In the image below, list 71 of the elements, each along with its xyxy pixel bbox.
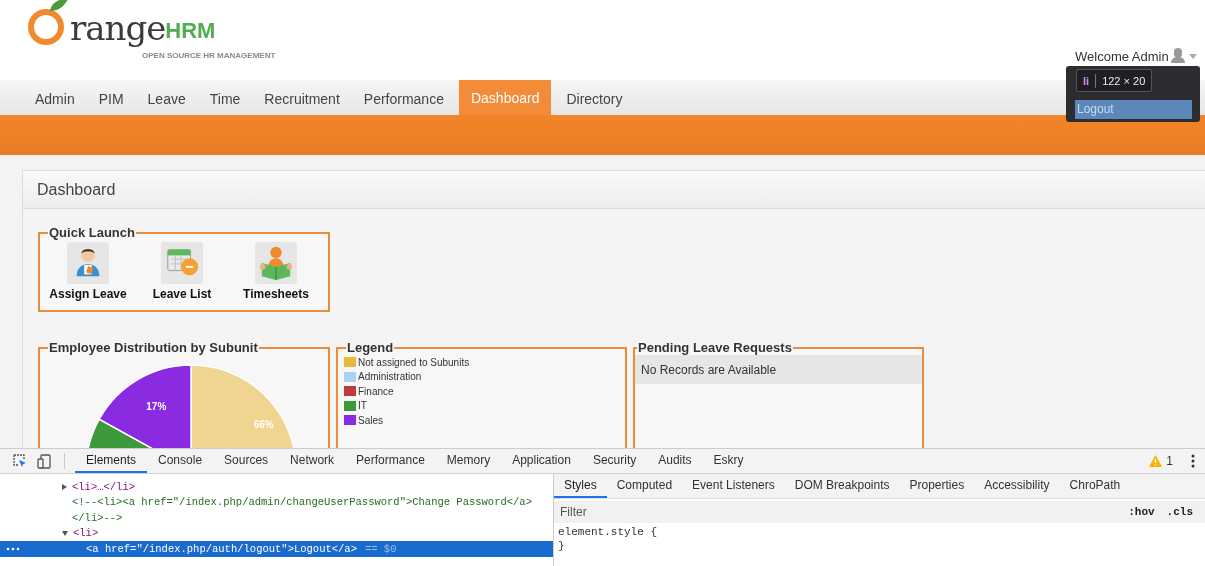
dom-markup: <li> <box>73 527 99 540</box>
nav-tab[interactable]: Leave <box>135 80 198 115</box>
style-rule-line: } <box>557 539 566 553</box>
styles-pane-tab[interactable]: Event Listeners <box>682 474 785 498</box>
style-rule-line: element.style { <box>557 525 659 539</box>
style-toggle[interactable]: .cls <box>1166 506 1193 518</box>
more-options-icon[interactable] <box>1191 454 1195 468</box>
devtools-tab[interactable]: Network <box>279 449 346 473</box>
caret-icon <box>1189 54 1197 59</box>
styles-pane-tab[interactable]: Computed <box>606 474 683 498</box>
styles-pane-tab[interactable]: Styles <box>554 474 607 498</box>
nav-tab[interactable]: Directory <box>554 80 635 115</box>
nav-tab[interactable]: Admin <box>23 80 87 115</box>
slice-label: 17% <box>146 401 167 412</box>
dom-markup: <li>…</li> <box>72 480 135 493</box>
devtools-tab[interactable]: Security <box>581 449 648 473</box>
nav-tab[interactable]: Performance <box>351 80 456 115</box>
filter-field[interactable]: Filter :hov .cls <box>554 501 1205 523</box>
devtools-tab[interactable]: Eskry <box>702 449 755 473</box>
quick-launch-link[interactable]: Timesheets <box>234 242 318 301</box>
styles-pane-tab[interactable]: Accessibility <box>974 474 1060 498</box>
collapsed-triangle-icon[interactable] <box>62 483 67 490</box>
panel-title: Quick Launch <box>48 225 136 240</box>
dom-node-row[interactable]: <li> <box>0 525 553 541</box>
legend-label: Finance <box>358 385 394 397</box>
nav-tab[interactable]: Recruitment <box>252 80 352 115</box>
slice-label: 66% <box>253 419 274 430</box>
page-title: Dashboard <box>37 180 116 199</box>
style-toggle[interactable]: :hov <box>1128 506 1155 518</box>
welcome-link[interactable]: Welcome Admin <box>1075 49 1169 64</box>
more-icon[interactable] <box>6 547 20 551</box>
dom-markup: <a href="/index.php/auth/logout">Logout</a> <box>86 542 357 555</box>
legend-label: Administration <box>358 371 422 383</box>
quick-launch-link[interactable]: Assign Leave <box>46 242 130 301</box>
nav-tab[interactable]: PIM <box>86 80 136 115</box>
warning-count[interactable]: 1 <box>1166 454 1173 468</box>
empty-message: No Records are Available <box>641 362 777 377</box>
device-toolbar-icon[interactable] <box>37 453 51 469</box>
tooltip-size: 122 × 20 <box>1102 74 1146 87</box>
legend-label: IT <box>358 400 367 412</box>
logo-text: range <box>70 11 166 45</box>
panel-title: Pending Leave Requests <box>637 340 793 355</box>
selected-node-marker: == $0 <box>364 542 397 555</box>
styles-pane-tab[interactable]: DOM Breakpoints <box>784 474 900 498</box>
panel-title: Employee Distribution by Subunit <box>48 340 259 355</box>
dom-markup: </li>--> <box>72 511 123 524</box>
devtools-tab[interactable]: Performance <box>345 449 436 473</box>
styles-pane-tab[interactable]: ChroPath <box>1059 474 1131 498</box>
dom-node-row[interactable]: <a href="/index.php/auth/logout">Logout</a> == $0 <box>0 541 553 557</box>
logo-tagline: OPEN SOURCE HR MANAGEMENT <box>142 51 276 60</box>
inspect-element-icon[interactable] <box>13 454 27 468</box>
logo-brand: HRM <box>165 20 216 42</box>
user-icon <box>1170 47 1186 64</box>
quick-launch-link[interactable]: Leave List <box>140 242 224 301</box>
legend-label: Sales <box>358 414 383 426</box>
devtools-tab[interactable]: Elements <box>75 449 148 473</box>
dom-node-row[interactable]: </li>--> <box>0 510 553 526</box>
legend-label: Not assigned to Subunits <box>358 356 470 368</box>
expanded-triangle-icon[interactable] <box>62 530 68 536</box>
devtools-tab[interactable]: Memory <box>435 449 502 473</box>
nav-tab[interactable]: Time <box>197 80 253 115</box>
styles-pane-tab[interactable]: Properties <box>899 474 975 498</box>
dom-node-row[interactable]: <!--<li><a href="/index.php/admin/changeUserPassword">Change Password</a> <box>0 494 553 510</box>
tooltip-tag: li <box>1083 74 1090 87</box>
dom-node-row[interactable]: <li>…</li> <box>0 479 553 495</box>
devtools-tab[interactable]: Application <box>501 449 582 473</box>
devtools-tab[interactable]: Sources <box>213 449 280 473</box>
devtools-tab[interactable]: Audits <box>647 449 703 473</box>
panel-title: Legend <box>346 340 395 355</box>
devtools-tab[interactable]: Console <box>147 449 214 473</box>
dom-markup: <!--<li><a href="/index.php/admin/changeUserPassword">Change Password</a> <box>72 496 532 509</box>
